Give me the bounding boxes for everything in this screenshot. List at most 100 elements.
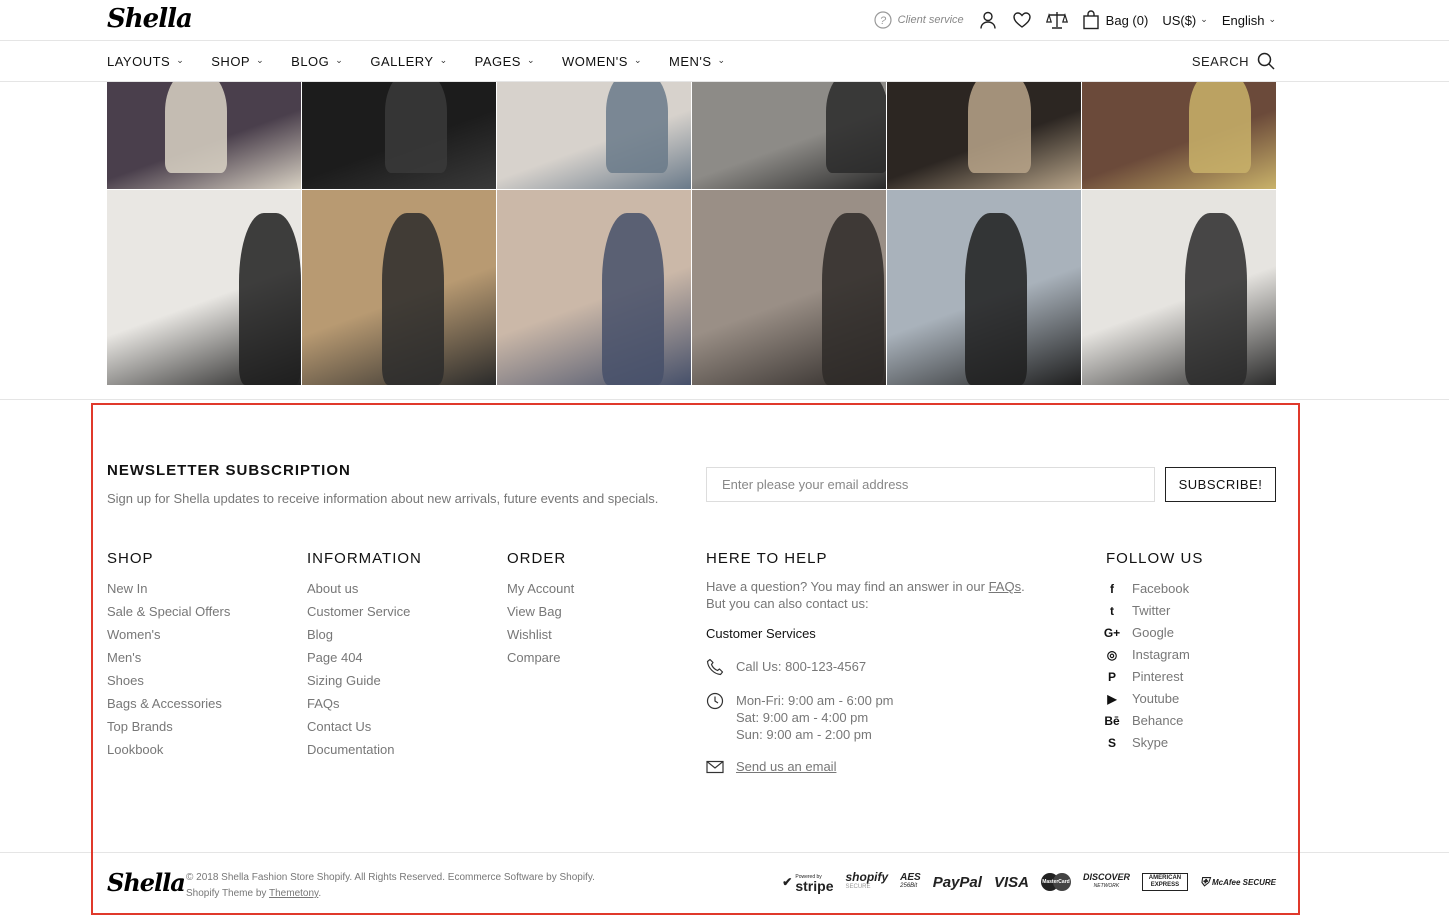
footer-link-shop[interactable]: Women's — [107, 627, 230, 650]
footer-link-order[interactable]: Wishlist — [507, 627, 574, 650]
gallery-photo[interactable] — [302, 82, 496, 189]
bag-label: Bag (0) — [1105, 12, 1149, 28]
footer-link-information[interactable]: Page 404 — [307, 650, 422, 673]
footer-link-order[interactable]: View Bag — [507, 604, 574, 627]
nav-item-label: LAYOUTS — [107, 53, 171, 69]
social-link-instagram[interactable]: ◎ Instagram — [1106, 644, 1203, 666]
envelope-icon — [706, 758, 724, 776]
nav-item-shop[interactable]: SHOP ⌄ — [211, 54, 264, 69]
help-intro-line2: But you can also contact us: — [706, 596, 869, 611]
gallery-photo[interactable] — [1082, 190, 1276, 385]
footer-link-shop[interactable]: Lookbook — [107, 742, 230, 765]
footer-link-information[interactable]: FAQs — [307, 696, 422, 719]
social-link-label: Youtube — [1132, 691, 1180, 706]
copyright-text: © 2018 Shella Fashion Store Shopify. All… — [186, 872, 595, 883]
footer-link-list: About us Customer Service Blog Page 404 Sizi… — [307, 581, 422, 765]
nav-item-label: MEN'S — [669, 53, 712, 69]
footer-link-information[interactable]: Documentation — [307, 742, 422, 765]
footer-link-shop[interactable]: Top Brands — [107, 719, 230, 742]
gallery-photo[interactable] — [302, 190, 496, 385]
newsletter-email-input[interactable] — [706, 467, 1155, 502]
send-email-link[interactable]: Send us an email — [736, 758, 836, 776]
nav-item-blog[interactable]: BLOG ⌄ — [291, 54, 343, 69]
hours-saturday: Sat: 9:00 am - 4:00 pm — [736, 710, 869, 725]
photo-figure — [825, 82, 886, 173]
nav-item-mens[interactable]: MEN'S ⌄ — [669, 54, 726, 69]
brand-logo[interactable]: Shella — [107, 4, 193, 34]
client-service-link[interactable]: ? Client service — [874, 11, 964, 29]
footer-column-title: HERE TO HELP — [706, 550, 828, 567]
wishlist-heart-icon[interactable] — [1012, 10, 1032, 30]
payment-methods: ✔ Powered by stripe shopify SECURE AES 2… — [782, 870, 1276, 894]
footer-brand-logo[interactable]: Shella — [107, 868, 186, 897]
social-link-youtube[interactable]: ▶ Youtube — [1106, 688, 1203, 710]
footer-link-shop[interactable]: Bags & Accessories — [107, 696, 230, 719]
nav-item-gallery[interactable]: GALLERY ⌄ — [370, 54, 447, 69]
skype-icon: S — [1107, 736, 1116, 750]
footer-link-shop[interactable]: Men's — [107, 650, 230, 673]
footer-link-information[interactable]: Customer Service — [307, 604, 422, 627]
footer-link-information[interactable]: About us — [307, 581, 422, 604]
photo-figure — [601, 213, 664, 385]
bag-link[interactable]: Bag (0) — [1082, 10, 1149, 30]
footer-link-shop[interactable]: Sale & Special Offers — [107, 604, 230, 627]
newsletter-description: Sign up for Shella updates to receive in… — [107, 491, 659, 506]
footer-link-list: New In Sale & Special Offers Women's Men's S… — [107, 581, 230, 765]
footer-link-shop[interactable]: New In — [107, 581, 230, 604]
footer-link-shop[interactable]: Shoes — [107, 673, 230, 696]
nav-item-layouts[interactable]: LAYOUTS ⌄ — [107, 54, 184, 69]
gallery-photo[interactable] — [107, 82, 301, 189]
customer-services-heading: Customer Services — [706, 626, 816, 641]
theme-credit-suffix: . — [318, 888, 322, 899]
mastercard-badge: MasterCard — [1040, 873, 1071, 891]
visa-badge: VISA — [993, 873, 1029, 891]
subscribe-button[interactable]: SUBSCRIBE! — [1165, 467, 1276, 502]
footer-column-order: ORDER My Account View Bag Wishlist Compare — [507, 550, 574, 673]
gallery-photo[interactable] — [497, 82, 691, 189]
stripe-text: stripe — [795, 878, 834, 894]
footer-link-information[interactable]: Blog — [307, 627, 422, 650]
hours-weekday: Mon-Fri: 9:00 am - 6:00 pm — [736, 693, 894, 708]
footer-link-order[interactable]: Compare — [507, 650, 574, 673]
account-icon[interactable] — [978, 10, 998, 30]
photo-figure — [165, 82, 228, 173]
social-link-google[interactable]: G+ Google — [1103, 622, 1203, 644]
hours-sunday: Sun: 9:00 am - 2:00 pm — [736, 727, 872, 742]
gallery-photo[interactable] — [692, 82, 886, 189]
search-label: SEARCH — [1191, 53, 1249, 69]
footer-link-information[interactable]: Sizing Guide — [307, 673, 422, 696]
social-link-behance[interactable]: Bē Behance — [1104, 710, 1203, 732]
compare-scales-icon[interactable] — [1045, 10, 1068, 30]
photo-figure — [381, 213, 444, 385]
social-link-pinterest[interactable]: P Pinterest — [1106, 666, 1203, 688]
currency-dropdown[interactable]: US($) ⌄ — [1162, 13, 1208, 28]
nav-item-pages[interactable]: PAGES ⌄ — [475, 54, 535, 69]
google-plus-icon: G+ — [1103, 626, 1121, 640]
chevron-down-icon: ⌄ — [633, 54, 642, 65]
themetony-link[interactable]: Themetony — [269, 888, 318, 899]
search-button[interactable]: SEARCH — [1192, 41, 1275, 81]
nav-item-label: PAGES — [474, 53, 521, 69]
social-link-facebook[interactable]: f Facebook — [1106, 578, 1203, 600]
nav-item-womens[interactable]: WOMEN'S ⌄ — [562, 54, 642, 69]
language-dropdown[interactable]: English ⌄ — [1222, 13, 1276, 28]
gallery-photo[interactable] — [497, 190, 691, 385]
footer-link-information[interactable]: Contact Us — [307, 719, 422, 742]
social-link-skype[interactable]: S Skype — [1106, 732, 1203, 754]
gallery-photo[interactable] — [692, 190, 886, 385]
clock-icon — [706, 692, 724, 710]
social-link-twitter[interactable]: t Twitter — [1106, 600, 1203, 622]
footer-column-title: ORDER — [507, 550, 567, 567]
gallery-photo[interactable] — [107, 190, 301, 385]
photo-figure — [964, 213, 1027, 385]
help-intro-period: . — [1021, 579, 1025, 594]
footer-column-shop: SHOP New In Sale & Special Offers Women's M… — [107, 550, 230, 765]
shopify-text: shopify — [845, 870, 889, 884]
faq-link[interactable]: FAQs — [989, 579, 1022, 594]
gallery-photo[interactable] — [887, 82, 1081, 189]
footer-link-order[interactable]: My Account — [507, 581, 574, 604]
social-links: f Facebook t Twitter G+ Google ◎ Instagram P Pint… — [1103, 578, 1203, 754]
gallery-photo[interactable] — [887, 190, 1081, 385]
gallery-photo[interactable] — [1082, 82, 1276, 189]
top-bar: Shella ? Client service Bag (0) US($) ⌄ — [0, 0, 1449, 41]
